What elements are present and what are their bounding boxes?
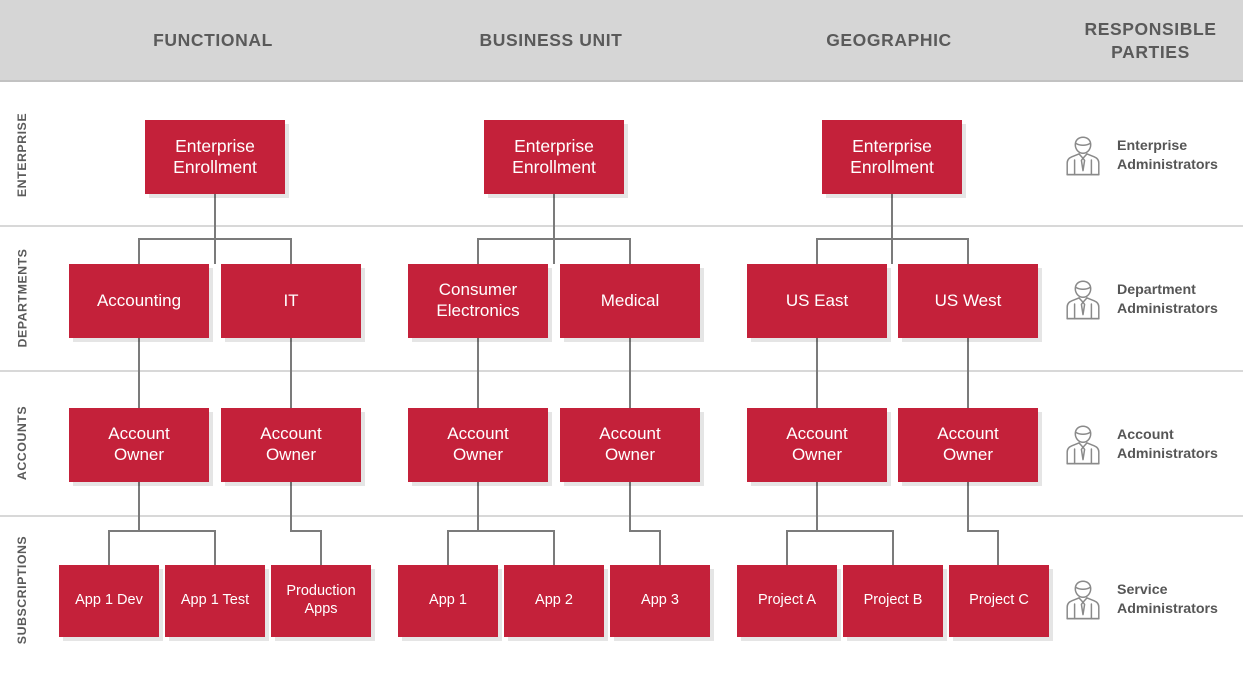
column-header: BUSINESS UNIT [479, 30, 623, 51]
responsible-party-label: Service Administrators [1117, 581, 1218, 617]
node-fn-acc2[interactable]: Account Owner [221, 408, 361, 482]
connector-segment [320, 530, 322, 565]
diagram-canvas: FUNCTIONAL BUSINESS UNIT GEOGRAPHIC RESPONS… [0, 0, 1243, 687]
row-label-text: SUBSCRIPTIONS [15, 535, 30, 645]
connector-segment [629, 238, 631, 264]
connector-segment [290, 238, 292, 264]
node-bu-ent[interactable]: Enterprise Enrollment [484, 120, 624, 194]
row-label-subscriptions: SUBSCRIPTIONS [0, 515, 44, 665]
connector-segment [138, 238, 140, 264]
connector-segment [290, 338, 292, 408]
connector-segment [214, 530, 216, 565]
connector-segment [629, 482, 631, 530]
node-ge-sub1[interactable]: Project A [737, 565, 837, 637]
connector-segment [477, 338, 479, 408]
node-bu-sub1[interactable]: App 1 [398, 565, 498, 637]
column-header: RESPONSIBLE PARTIES [1084, 18, 1217, 62]
node-fn-ent[interactable]: Enterprise Enrollment [145, 120, 285, 194]
connector-segment [447, 530, 449, 565]
node-ge-ent[interactable]: Enterprise Enrollment [822, 120, 962, 194]
connector-segment [477, 482, 479, 530]
row-divider [0, 225, 1243, 227]
connector-segment [214, 194, 216, 264]
connector-segment [997, 530, 999, 565]
connector-segment [629, 530, 661, 532]
connector-segment [108, 530, 110, 565]
connector-segment [108, 530, 216, 532]
connector-segment [477, 238, 479, 264]
connector-segment [553, 194, 555, 264]
node-bu-acc1[interactable]: Account Owner [408, 408, 548, 482]
node-fn-dep2[interactable]: IT [221, 264, 361, 338]
row-label-departments: DEPARTMENTS [0, 225, 44, 370]
column-header: FUNCTIONAL [153, 30, 273, 51]
connector-segment [967, 238, 969, 264]
connector-segment [290, 482, 292, 530]
node-fn-acc1[interactable]: Account Owner [69, 408, 209, 482]
connector-segment [290, 530, 322, 532]
connector-segment [816, 482, 818, 530]
connector-segment [967, 482, 969, 530]
node-fn-sub1[interactable]: App 1 Dev [59, 565, 159, 637]
connector-segment [659, 530, 661, 565]
node-fn-sub2[interactable]: App 1 Test [165, 565, 265, 637]
node-fn-dep1[interactable]: Accounting [69, 264, 209, 338]
row-divider [0, 515, 1243, 517]
connector-segment [138, 482, 140, 530]
row-divider [0, 370, 1243, 372]
connector-segment [816, 238, 818, 264]
connector-segment [891, 194, 893, 264]
row-label-accounts: ACCOUNTS [0, 370, 44, 515]
responsible-party-row: Service Administrators [1062, 578, 1218, 622]
connector-segment [553, 530, 555, 565]
node-ge-dep2[interactable]: US West [898, 264, 1038, 338]
person-tie-icon [1062, 134, 1104, 178]
person-tie-icon [1062, 278, 1104, 322]
connector-segment [786, 530, 788, 565]
responsible-party-row: Enterprise Administrators [1062, 134, 1218, 178]
connector-segment [967, 338, 969, 408]
node-bu-dep2[interactable]: Medical [560, 264, 700, 338]
row-label-text: ACCOUNTS [15, 405, 29, 480]
responsible-party-row: Account Administrators [1062, 423, 1218, 467]
node-ge-dep1[interactable]: US East [747, 264, 887, 338]
node-ge-acc1[interactable]: Account Owner [747, 408, 887, 482]
person-tie-icon [1062, 578, 1104, 622]
node-ge-acc2[interactable]: Account Owner [898, 408, 1038, 482]
connector-segment [816, 238, 969, 240]
row-label-enterprise: ENTERPRISE [0, 84, 44, 225]
node-bu-sub3[interactable]: App 3 [610, 565, 710, 637]
row-label-text: DEPARTMENTS [15, 248, 30, 347]
row-label-text: ENTERPRISE [15, 112, 29, 197]
responsible-party-label: Department Administrators [1117, 281, 1218, 317]
node-ge-sub2[interactable]: Project B [843, 565, 943, 637]
responsible-party-label: Account Administrators [1117, 426, 1218, 462]
connector-segment [138, 338, 140, 408]
node-ge-sub3[interactable]: Project C [949, 565, 1049, 637]
connector-segment [477, 238, 631, 240]
responsible-party-label: Enterprise Administrators [1117, 137, 1218, 173]
node-fn-sub3[interactable]: Production Apps [271, 565, 371, 637]
connector-segment [967, 530, 999, 532]
connector-segment [786, 530, 894, 532]
person-tie-icon [1062, 423, 1104, 467]
node-bu-sub2[interactable]: App 2 [504, 565, 604, 637]
connector-segment [447, 530, 555, 532]
column-header: GEOGRAPHIC [826, 30, 952, 51]
responsible-party-row: Department Administrators [1062, 278, 1218, 322]
connector-segment [138, 238, 292, 240]
node-bu-acc2[interactable]: Account Owner [560, 408, 700, 482]
connector-segment [629, 338, 631, 408]
node-bu-dep1[interactable]: Consumer Electronics [408, 264, 548, 338]
connector-segment [816, 338, 818, 408]
connector-segment [892, 530, 894, 565]
